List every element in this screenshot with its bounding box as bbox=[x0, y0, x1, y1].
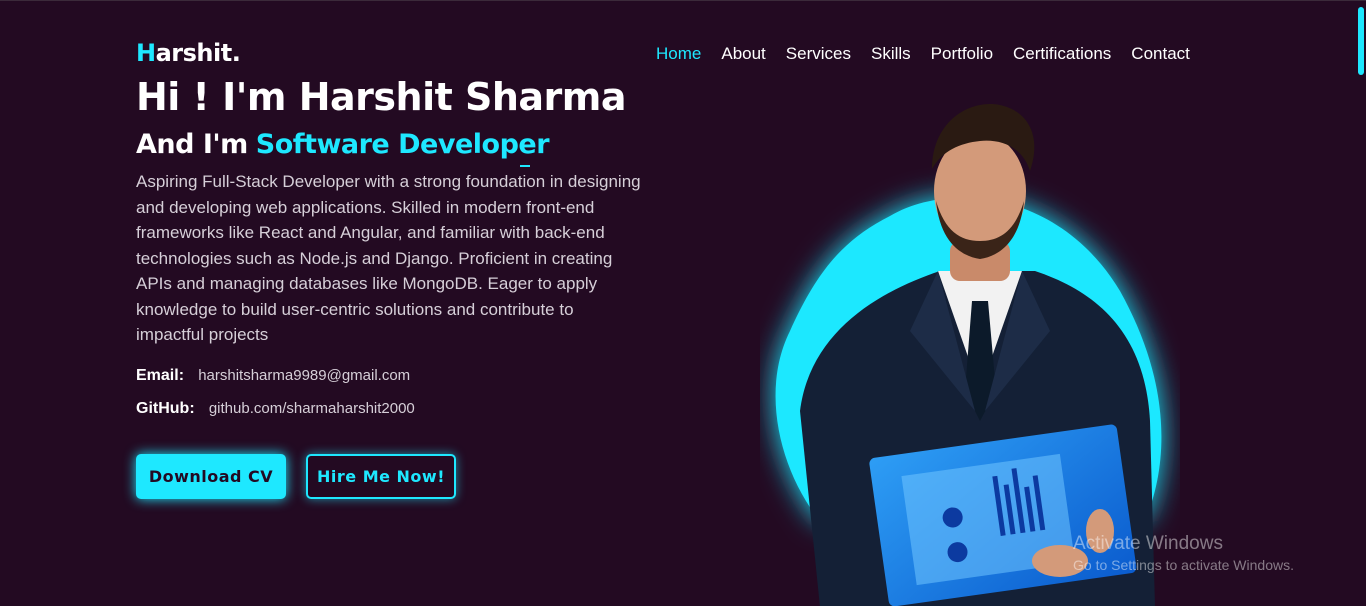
watermark-line-2: Go to Settings to activate Windows. bbox=[1073, 557, 1294, 573]
subhead-prefix: And I'm bbox=[136, 129, 248, 160]
logo-accent-letter: H bbox=[136, 39, 156, 67]
github-label: GitHub: bbox=[136, 400, 195, 417]
hero-subhead: And I'm Software Developer bbox=[136, 129, 550, 167]
github-row: GitHub: github.com/sharmaharshit2000 bbox=[136, 400, 415, 418]
download-cv-button[interactable]: Download CV bbox=[136, 454, 286, 499]
hero-headline: Hi ! I'm Harshit Sharma bbox=[136, 75, 627, 119]
page-scrollbar[interactable] bbox=[1356, 1, 1366, 606]
hire-me-button[interactable]: Hire Me Now! bbox=[306, 454, 456, 499]
nav-link-services[interactable]: Services bbox=[786, 44, 851, 64]
person-portrait-icon bbox=[775, 104, 1162, 606]
nav-link-skills[interactable]: Skills bbox=[871, 44, 911, 64]
hero-description: Aspiring Full-Stack Developer with a str… bbox=[136, 172, 641, 344]
nav-link-home[interactable]: Home bbox=[656, 44, 701, 64]
scrollbar-thumb[interactable] bbox=[1358, 7, 1364, 75]
site-logo[interactable]: Harshit. bbox=[136, 39, 241, 67]
email-value[interactable]: harshitsharma9989@gmail.com bbox=[198, 367, 410, 384]
main-nav: Home About Services Skills Portfolio Cer… bbox=[656, 44, 1190, 64]
nav-link-contact[interactable]: Contact bbox=[1131, 44, 1190, 64]
nav-link-about[interactable]: About bbox=[721, 44, 765, 64]
typed-role: Software Developer bbox=[255, 129, 550, 160]
github-value[interactable]: github.com/sharmaharshit2000 bbox=[209, 400, 415, 417]
windows-activation-watermark: Activate Windows Go to Settings to activ… bbox=[1073, 533, 1294, 573]
typing-caret bbox=[520, 165, 530, 167]
logo-text: arshit. bbox=[155, 39, 241, 67]
nav-link-certifications[interactable]: Certifications bbox=[1013, 44, 1111, 64]
email-row: Email: harshitsharma9989@gmail.com bbox=[136, 367, 410, 385]
email-label: Email: bbox=[136, 367, 185, 384]
nav-link-portfolio[interactable]: Portfolio bbox=[931, 44, 993, 64]
watermark-line-1: Activate Windows bbox=[1073, 533, 1223, 554]
